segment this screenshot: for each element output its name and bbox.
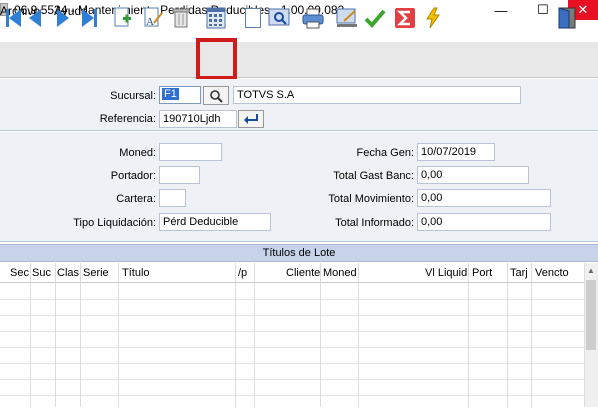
sucursal-value: F1 [162, 88, 179, 100]
column-divider [118, 263, 119, 407]
total-movimiento-field: 0,00 [417, 189, 551, 207]
column-divider [30, 263, 31, 407]
first-record-button[interactable] [2, 7, 24, 29]
sucursal-label: Sucursal: [110, 90, 156, 102]
column-divider [80, 263, 81, 407]
fecha-gen-label: Fecha Gen: [356, 147, 414, 159]
column-divider [468, 263, 469, 407]
column-header-port[interactable]: Port [472, 267, 492, 279]
preview-button[interactable] [268, 7, 290, 29]
blank-document-icon [245, 8, 261, 28]
blank-document-button[interactable] [242, 7, 264, 29]
scrollbar-thumb[interactable] [586, 280, 596, 350]
calendar-grid-button[interactable] [205, 7, 227, 29]
cartera-field[interactable] [159, 189, 186, 207]
tipo-liquidacion-field[interactable]: Pérd Deducible [159, 213, 271, 231]
column-header-tarj[interactable]: Tarj [510, 267, 528, 279]
search-icon [210, 89, 223, 103]
print-button[interactable] [302, 7, 324, 29]
column-header-suc[interactable]: Suc [32, 267, 51, 279]
moneda-field[interactable] [159, 143, 222, 161]
column-header-clas[interactable]: Clas [57, 267, 79, 279]
grid-row-divider [0, 395, 584, 396]
total-informado-label: Total Informado: [335, 217, 414, 229]
cartera-label: Cartera: [116, 193, 156, 205]
grid-row-divider [0, 331, 584, 332]
column-header-cliente[interactable]: Cliente [286, 267, 320, 279]
scroll-up-arrow-icon[interactable]: ▲ [584, 263, 598, 277]
new-record-button[interactable] [112, 7, 134, 29]
column-divider [254, 263, 255, 407]
column-divider [235, 263, 236, 407]
exit-door-icon [558, 7, 576, 29]
column-divider [358, 263, 359, 407]
column-header-vencto[interactable]: Vencto [535, 267, 569, 279]
portador-label: Portador: [110, 170, 156, 182]
svg-text:A: A [146, 16, 154, 28]
delete-button[interactable] [170, 7, 192, 29]
referencia-label: Referencia: [99, 113, 156, 125]
toolbar-highlight-box [196, 38, 237, 80]
column-header-moned[interactable]: Moned [323, 267, 357, 279]
grid-row-divider [0, 347, 584, 348]
sucursal-field[interactable]: F1 [159, 86, 201, 104]
edit-text-icon: A [144, 7, 163, 28]
minimize-button[interactable]: — [486, 0, 516, 20]
enter-arrow-icon [244, 114, 258, 124]
column-header-vl-liquid[interactable]: Vl Liquid [425, 267, 467, 279]
grid-body[interactable] [0, 283, 584, 407]
column-header-sec[interactable]: Sec [10, 267, 29, 279]
sum-button[interactable] [394, 7, 416, 29]
exit-button[interactable] [556, 7, 578, 29]
total-gast-banc-field: 0,00 [417, 166, 529, 184]
column-header-p[interactable]: /p [238, 267, 247, 279]
previous-record-icon [29, 9, 41, 27]
next-record-button[interactable] [52, 7, 74, 29]
total-movimiento-label: Total Movimiento: [328, 193, 414, 205]
grid-row-divider [0, 299, 584, 300]
export-button[interactable] [336, 7, 358, 29]
sucursal-search-button[interactable] [203, 86, 229, 105]
last-record-button[interactable] [78, 7, 100, 29]
column-divider [320, 263, 321, 407]
total-gast-banc-label: Total Gast Banc: [333, 170, 414, 182]
check-icon [364, 9, 386, 28]
lightning-icon [426, 7, 440, 29]
calendar-grid-icon [206, 7, 226, 29]
first-record-icon [5, 9, 21, 27]
last-record-icon [81, 9, 97, 27]
delete-trash-icon [172, 8, 190, 28]
portador-field[interactable] [159, 166, 200, 184]
column-divider [531, 263, 532, 407]
referencia-field[interactable]: 190710Ljdh [159, 110, 237, 128]
preview-icon [268, 8, 290, 26]
new-document-icon [114, 7, 131, 27]
referencia-enter-button[interactable] [238, 110, 264, 128]
column-divider [507, 263, 508, 407]
total-informado-field[interactable]: 0,00 [417, 213, 551, 231]
grid-title: Títulos de Lote [0, 244, 598, 262]
confirm-button[interactable] [364, 7, 386, 29]
edit-button[interactable]: A [142, 7, 164, 29]
print-icon [302, 8, 324, 29]
column-header-titulo[interactable]: Título [122, 267, 150, 279]
grid-row-divider [0, 363, 584, 364]
column-divider [55, 263, 56, 407]
sigma-icon [395, 8, 415, 28]
moneda-label: Moned: [119, 147, 156, 159]
previous-record-button[interactable] [24, 7, 46, 29]
company-name-field: TOTVS S.A [233, 86, 521, 104]
column-header-serie[interactable]: Serie [83, 267, 109, 279]
toolbar [0, 42, 598, 78]
maximize-button[interactable]: ☐ [528, 0, 558, 20]
grid-row-divider [0, 379, 584, 380]
export-icon [336, 8, 357, 27]
process-button[interactable] [422, 7, 444, 29]
grid-row-divider [0, 315, 584, 316]
next-record-icon [57, 9, 69, 27]
fecha-gen-field[interactable]: 10/07/2019 [417, 143, 495, 161]
tipo-liquidacion-label: Tipo Liquidación: [73, 217, 156, 229]
